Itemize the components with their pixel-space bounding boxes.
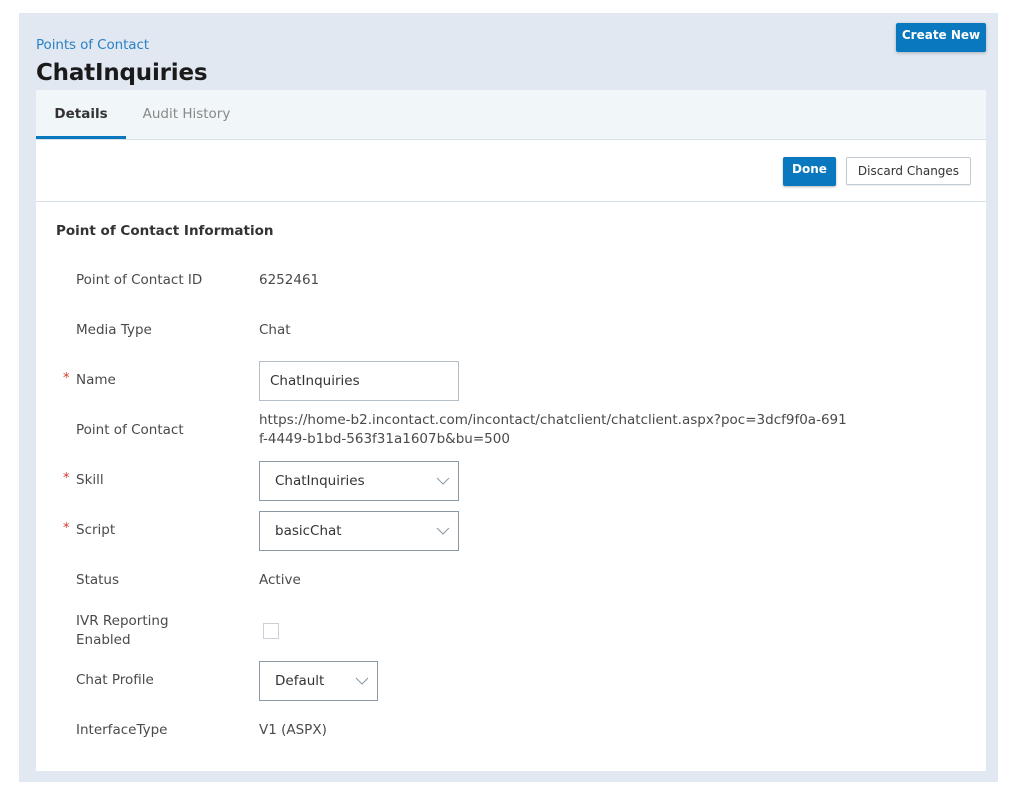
tab-audit-history[interactable]: Audit History (134, 90, 239, 140)
point-of-contact-url: https://home-b2.incontact.com/incontact/… (259, 412, 847, 447)
status-label: Status (76, 572, 120, 588)
script-label: Script (76, 522, 116, 538)
chevron-down-icon (355, 677, 369, 685)
script-select[interactable]: basicChat (259, 511, 459, 551)
poc-id-label: Point of Contact ID (76, 272, 203, 288)
required-marker: * (63, 471, 70, 486)
interface-type-value: V1 (ASPX) (259, 722, 327, 738)
script-selected-value: basicChat (275, 522, 342, 539)
tab-bar: Details Audit History (36, 90, 986, 140)
create-new-button[interactable]: Create New (896, 23, 986, 52)
name-label: Name (76, 372, 116, 388)
chevron-down-icon (436, 527, 450, 535)
tab-audit-history-label: Audit History (142, 106, 231, 122)
chat-profile-selected-value: Default (275, 672, 325, 689)
tab-details[interactable]: Details (36, 90, 126, 140)
skill-selected-value: ChatInquiries (275, 472, 365, 489)
page-title: ChatInquiries (36, 60, 208, 86)
ivr-reporting-label: IVR Reporting Enabled (76, 613, 169, 648)
poc-id-value: 6252461 (259, 272, 320, 288)
ivr-reporting-checkbox[interactable] (263, 623, 279, 639)
skill-label: Skill (76, 472, 104, 488)
breadcrumb-points-of-contact[interactable]: Points of Contact (36, 37, 149, 53)
details-card: Details Audit History Done Discard Chang… (36, 90, 986, 771)
section-title: Point of Contact Information (56, 223, 274, 239)
action-bar: Done Discard Changes (36, 140, 986, 202)
interface-type-label: InterfaceType (76, 722, 168, 738)
point-of-contact-label: Point of Contact (76, 422, 184, 438)
required-marker: * (63, 521, 70, 536)
discard-changes-button[interactable]: Discard Changes (846, 157, 971, 185)
chevron-down-icon (436, 477, 450, 485)
media-type-value: Chat (259, 322, 291, 338)
name-input[interactable] (259, 361, 459, 401)
chat-profile-select[interactable]: Default (259, 661, 378, 701)
status-value: Active (259, 572, 301, 588)
chat-profile-label: Chat Profile (76, 672, 154, 688)
skill-select[interactable]: ChatInquiries (259, 461, 459, 501)
tab-details-label: Details (54, 106, 108, 122)
done-button[interactable]: Done (783, 157, 836, 186)
required-marker: * (63, 371, 70, 386)
media-type-label: Media Type (76, 322, 152, 338)
